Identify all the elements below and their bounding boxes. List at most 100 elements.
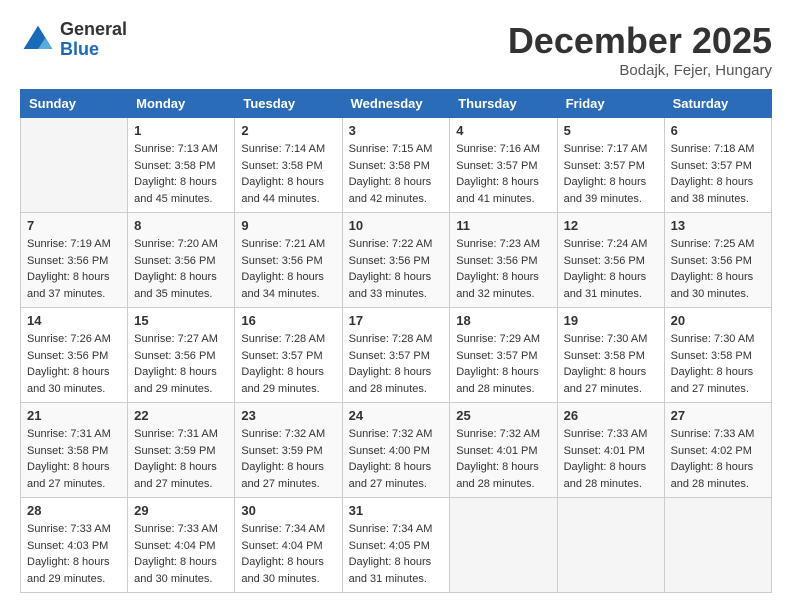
day-number: 24 — [349, 408, 444, 423]
day-info: Sunrise: 7:22 AMSunset: 3:56 PMDaylight:… — [349, 236, 444, 302]
calendar-cell: 28Sunrise: 7:33 AMSunset: 4:03 PMDayligh… — [21, 498, 128, 593]
day-number: 22 — [134, 408, 228, 423]
calendar-cell: 15 Sunrise: 7:27 AMSunset: 3:56 PMDayligh… — [128, 308, 235, 403]
calendar-cell: 24 Sunrise: 7:32 AMSunset: 4:00 PMDayligh… — [342, 403, 450, 498]
day-number: 31 — [349, 503, 444, 518]
day-number: 15 — [134, 313, 228, 328]
day-info: Sunrise: 7:29 AMSunset: 3:57 PMDaylight:… — [456, 331, 550, 397]
calendar-week-row: 21Sunrise: 7:31 AMSunset: 3:58 PMDayligh… — [21, 403, 772, 498]
day-info: Sunrise: 7:26 AMSunset: 3:56 PMDaylight:… — [27, 331, 121, 397]
day-number: 7 — [27, 218, 121, 233]
day-info: Sunrise: 7:19 AMSunset: 3:56 PMDaylight:… — [27, 236, 121, 302]
day-number: 18 — [456, 313, 550, 328]
day-number: 12 — [564, 218, 658, 233]
day-number: 4 — [456, 123, 550, 138]
day-number: 2 — [241, 123, 335, 138]
calendar-week-row: 28Sunrise: 7:33 AMSunset: 4:03 PMDayligh… — [21, 498, 772, 593]
calendar-cell: 7 Sunrise: 7:19 AMSunset: 3:56 PMDaylight… — [21, 213, 128, 308]
calendar-header-row: SundayMondayTuesdayWednesdayThursdayFrid… — [21, 90, 772, 118]
calendar-cell: 14 Sunrise: 7:26 AMSunset: 3:56 PMDayligh… — [21, 308, 128, 403]
day-info: Sunrise: 7:33 AMSunset: 4:03 PMDaylight:… — [27, 521, 121, 587]
calendar-cell: 10 Sunrise: 7:22 AMSunset: 3:56 PMDayligh… — [342, 213, 450, 308]
day-info: Sunrise: 7:34 AMSunset: 4:04 PMDaylight:… — [241, 521, 335, 587]
month-title: December 2025 — [508, 20, 772, 62]
column-header-wednesday: Wednesday — [342, 90, 450, 118]
calendar-cell — [21, 118, 128, 213]
calendar-cell — [450, 498, 557, 593]
calendar-cell: 22 Sunrise: 7:31 AMSunset: 3:59 PMDayligh… — [128, 403, 235, 498]
day-info: Sunrise: 7:17 AMSunset: 3:57 PMDaylight:… — [564, 141, 658, 207]
day-number: 9 — [241, 218, 335, 233]
calendar-cell: 30 Sunrise: 7:34 AMSunset: 4:04 PMDayligh… — [235, 498, 342, 593]
title-block: December 2025 Bodajk, Fejer, Hungary — [508, 20, 772, 79]
calendar-cell: 16Sunrise: 7:28 AMSunset: 3:57 PMDayligh… — [235, 308, 342, 403]
day-info: Sunrise: 7:13 AMSunset: 3:58 PMDaylight:… — [134, 141, 228, 207]
day-number: 8 — [134, 218, 228, 233]
column-header-sunday: Sunday — [21, 90, 128, 118]
calendar-cell: 4 Sunrise: 7:16 AMSunset: 3:57 PMDaylight… — [450, 118, 557, 213]
calendar-week-row: 7 Sunrise: 7:19 AMSunset: 3:56 PMDaylight… — [21, 213, 772, 308]
logo: General Blue — [20, 20, 127, 60]
calendar-cell: 8 Sunrise: 7:20 AMSunset: 3:56 PMDaylight… — [128, 213, 235, 308]
day-info: Sunrise: 7:20 AMSunset: 3:56 PMDaylight:… — [134, 236, 228, 302]
day-number: 13 — [671, 218, 765, 233]
day-info: Sunrise: 7:33 AMSunset: 4:04 PMDaylight:… — [134, 521, 228, 587]
calendar-week-row: 14 Sunrise: 7:26 AMSunset: 3:56 PMDayligh… — [21, 308, 772, 403]
page-header: General Blue December 2025 Bodajk, Fejer… — [20, 20, 772, 79]
day-info: Sunrise: 7:31 AMSunset: 3:59 PMDaylight:… — [134, 426, 228, 492]
day-info: Sunrise: 7:30 AMSunset: 3:58 PMDaylight:… — [564, 331, 658, 397]
day-number: 3 — [349, 123, 444, 138]
day-number: 14 — [27, 313, 121, 328]
day-number: 23 — [241, 408, 335, 423]
day-number: 17 — [349, 313, 444, 328]
logo-icon — [20, 22, 56, 58]
day-number: 26 — [564, 408, 658, 423]
calendar-cell: 6 Sunrise: 7:18 AMSunset: 3:57 PMDaylight… — [664, 118, 771, 213]
calendar-cell: 5 Sunrise: 7:17 AMSunset: 3:57 PMDaylight… — [557, 118, 664, 213]
location: Bodajk, Fejer, Hungary — [508, 62, 772, 79]
calendar-cell: 3 Sunrise: 7:15 AMSunset: 3:58 PMDaylight… — [342, 118, 450, 213]
day-info: Sunrise: 7:18 AMSunset: 3:57 PMDaylight:… — [671, 141, 765, 207]
calendar-cell — [557, 498, 664, 593]
day-info: Sunrise: 7:33 AMSunset: 4:02 PMDaylight:… — [671, 426, 765, 492]
day-info: Sunrise: 7:28 AMSunset: 3:57 PMDaylight:… — [349, 331, 444, 397]
day-number: 10 — [349, 218, 444, 233]
day-number: 5 — [564, 123, 658, 138]
day-info: Sunrise: 7:23 AMSunset: 3:56 PMDaylight:… — [456, 236, 550, 302]
calendar-cell: 9 Sunrise: 7:21 AMSunset: 3:56 PMDaylight… — [235, 213, 342, 308]
day-info: Sunrise: 7:30 AMSunset: 3:58 PMDaylight:… — [671, 331, 765, 397]
calendar-cell: 21Sunrise: 7:31 AMSunset: 3:58 PMDayligh… — [21, 403, 128, 498]
column-header-friday: Friday — [557, 90, 664, 118]
day-number: 6 — [671, 123, 765, 138]
day-number: 25 — [456, 408, 550, 423]
day-info: Sunrise: 7:27 AMSunset: 3:56 PMDaylight:… — [134, 331, 228, 397]
day-number: 27 — [671, 408, 765, 423]
calendar-week-row: 1 Sunrise: 7:13 AMSunset: 3:58 PMDaylight… — [21, 118, 772, 213]
column-header-thursday: Thursday — [450, 90, 557, 118]
logo-general: General — [60, 20, 127, 40]
day-info: Sunrise: 7:32 AMSunset: 4:01 PMDaylight:… — [456, 426, 550, 492]
calendar-cell: 13Sunrise: 7:25 AMSunset: 3:56 PMDayligh… — [664, 213, 771, 308]
day-info: Sunrise: 7:32 AMSunset: 3:59 PMDaylight:… — [241, 426, 335, 492]
column-header-monday: Monday — [128, 90, 235, 118]
day-info: Sunrise: 7:15 AMSunset: 3:58 PMDaylight:… — [349, 141, 444, 207]
logo-blue: Blue — [60, 40, 127, 60]
calendar-cell — [664, 498, 771, 593]
calendar-cell: 2 Sunrise: 7:14 AMSunset: 3:58 PMDaylight… — [235, 118, 342, 213]
calendar-table: SundayMondayTuesdayWednesdayThursdayFrid… — [20, 89, 772, 593]
calendar-cell: 18 Sunrise: 7:29 AMSunset: 3:57 PMDayligh… — [450, 308, 557, 403]
calendar-cell: 26 Sunrise: 7:33 AMSunset: 4:01 PMDayligh… — [557, 403, 664, 498]
day-info: Sunrise: 7:21 AMSunset: 3:56 PMDaylight:… — [241, 236, 335, 302]
day-number: 30 — [241, 503, 335, 518]
day-info: Sunrise: 7:14 AMSunset: 3:58 PMDaylight:… — [241, 141, 335, 207]
day-info: Sunrise: 7:16 AMSunset: 3:57 PMDaylight:… — [456, 141, 550, 207]
calendar-cell: 27 Sunrise: 7:33 AMSunset: 4:02 PMDayligh… — [664, 403, 771, 498]
day-number: 19 — [564, 313, 658, 328]
day-info: Sunrise: 7:24 AMSunset: 3:56 PMDaylight:… — [564, 236, 658, 302]
day-info: Sunrise: 7:32 AMSunset: 4:00 PMDaylight:… — [349, 426, 444, 492]
day-number: 1 — [134, 123, 228, 138]
day-info: Sunrise: 7:33 AMSunset: 4:01 PMDaylight:… — [564, 426, 658, 492]
day-info: Sunrise: 7:28 AMSunset: 3:57 PMDaylight:… — [241, 331, 335, 397]
calendar-cell: 17 Sunrise: 7:28 AMSunset: 3:57 PMDayligh… — [342, 308, 450, 403]
day-number: 11 — [456, 218, 550, 233]
